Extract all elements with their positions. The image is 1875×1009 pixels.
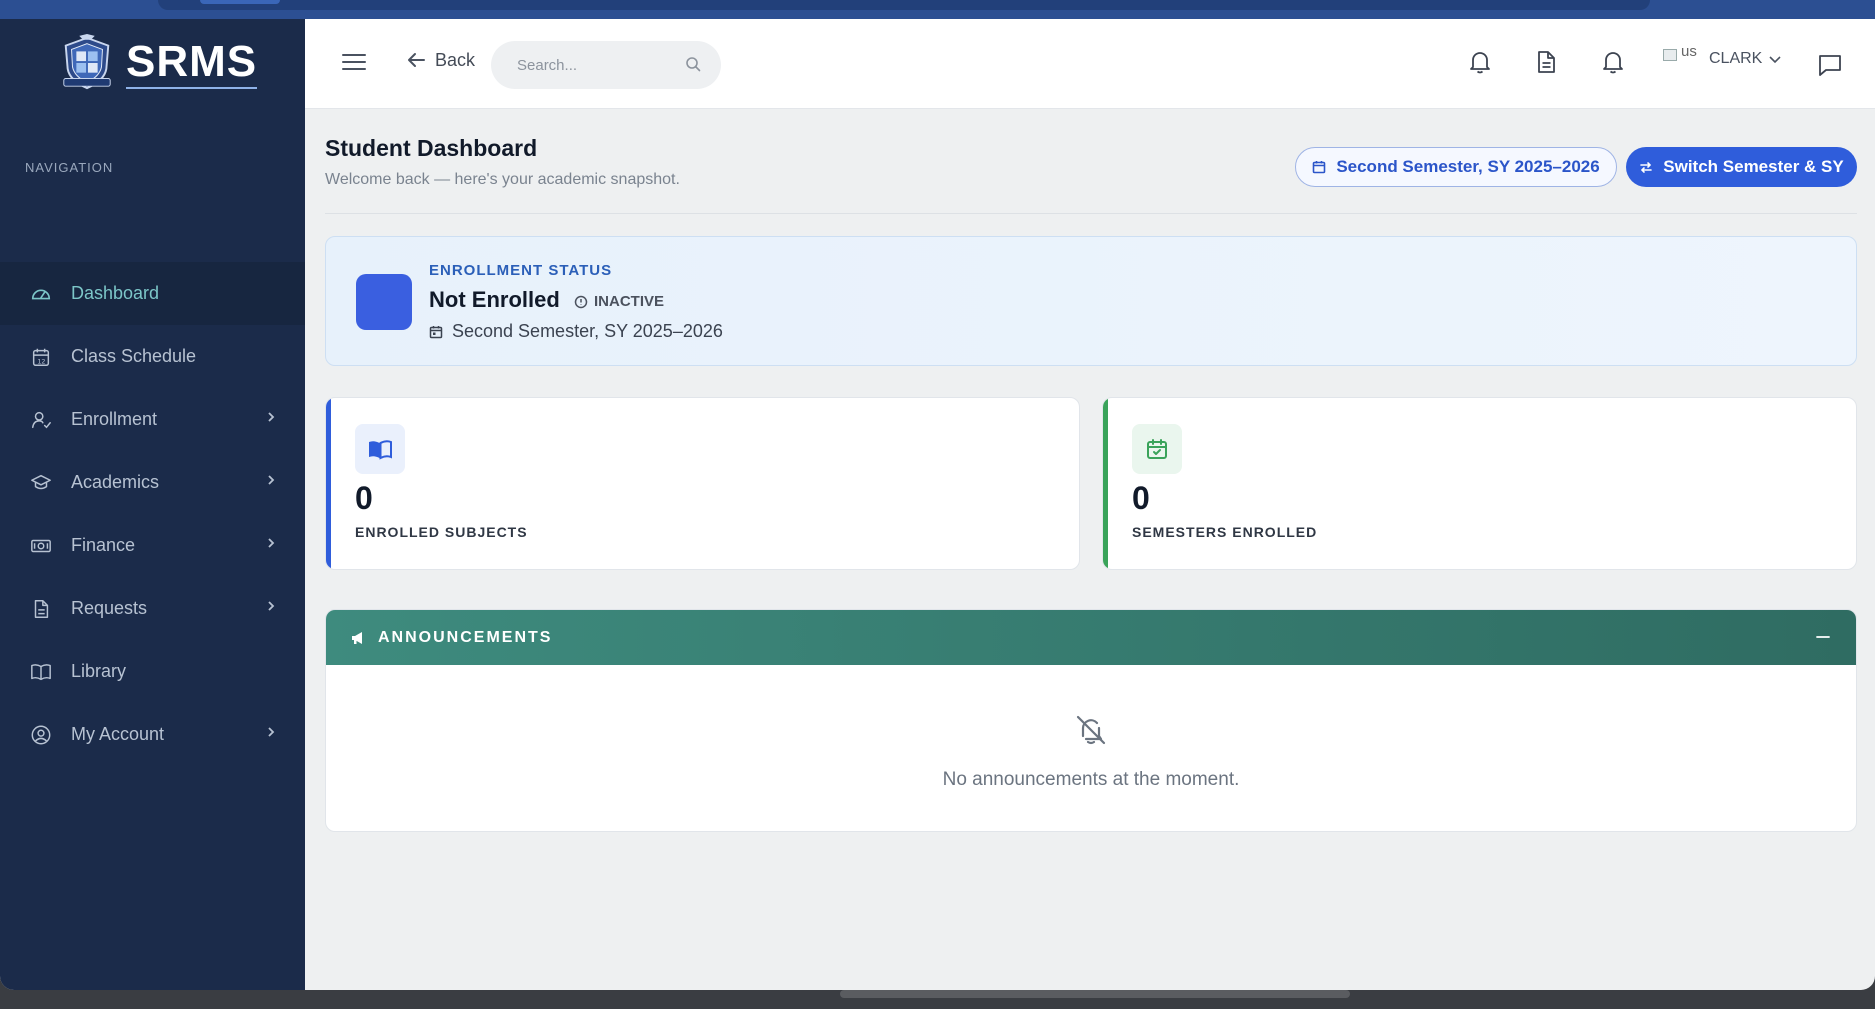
- sidebar-item-label: Finance: [71, 535, 136, 555]
- stat-icon-box: [355, 424, 405, 474]
- sidebar-item-label: Dashboard: [71, 283, 160, 303]
- chevron-right-icon: [268, 412, 275, 422]
- page-subtitle: Welcome back — here's your academic snap…: [325, 171, 680, 188]
- avatar: us: [1663, 43, 1703, 73]
- enrollment-status-indicator: [356, 274, 412, 330]
- enrollment-semester-text: Second Semester, SY 2025–2026: [452, 321, 723, 341]
- broken-image-icon: [1663, 49, 1677, 61]
- gauge-icon: [30, 283, 52, 305]
- announcements-title: ANNOUNCEMENTS: [378, 628, 553, 646]
- search-icon[interactable]: [685, 56, 701, 72]
- browser-tab-indicator: [200, 0, 280, 4]
- stat-icon-box: [1132, 424, 1182, 474]
- calendar-icon: 12: [30, 346, 52, 368]
- stat-value: 0: [355, 480, 373, 516]
- chat-icon[interactable]: [1817, 52, 1843, 78]
- search-box: [491, 41, 721, 89]
- stat-label: SEMESTERS ENROLLED: [1132, 524, 1318, 540]
- chevron-down-icon: [1769, 56, 1781, 64]
- chevron-right-icon: [268, 601, 275, 611]
- calendar-icon: [1313, 161, 1326, 174]
- switch-semester-label: Switch Semester & SY: [1663, 157, 1844, 176]
- sidebar-item-dashboard[interactable]: Dashboard: [0, 262, 305, 325]
- sidebar-item-class-schedule[interactable]: 12 Class Schedule: [0, 325, 305, 388]
- hamburger-menu-icon[interactable]: [341, 49, 367, 75]
- announcements-card: ANNOUNCEMENTS No announcements at the mo…: [325, 609, 1857, 832]
- avatar-alt-text: us: [1681, 43, 1697, 60]
- arrow-left-icon: [408, 53, 425, 67]
- chevron-right-icon: [268, 538, 275, 548]
- chevron-right-icon: [268, 727, 275, 737]
- current-semester-button[interactable]: Second Semester, SY 2025–2026: [1295, 147, 1617, 187]
- back-button[interactable]: Back: [405, 49, 475, 71]
- semester-badge-label: Second Semester, SY 2025–2026: [1336, 157, 1600, 176]
- sidebar-item-requests[interactable]: Requests: [0, 577, 305, 640]
- sidebar-item-academics[interactable]: Academics: [0, 451, 305, 514]
- book-icon: [30, 661, 52, 683]
- svg-text:12: 12: [37, 357, 45, 365]
- announcements-empty-text: No announcements at the moment.: [942, 769, 1240, 790]
- switch-semester-button[interactable]: Switch Semester & SY: [1626, 147, 1857, 187]
- cash-icon: [30, 535, 52, 557]
- bell-icon[interactable]: [1467, 49, 1493, 75]
- sidebar-item-label: My Account: [71, 724, 165, 744]
- topbar: Back us CLARK: [305, 19, 1875, 109]
- user-name: CLARK: [1709, 50, 1763, 67]
- user-circle-icon: [30, 724, 52, 746]
- swap-arrows-icon: [1640, 162, 1653, 173]
- enrollment-status-card: ENROLLMENT STATUS Not Enrolled INACTIVE …: [325, 236, 1857, 366]
- open-book-icon: [369, 440, 392, 460]
- sidebar-item-enrollment[interactable]: Enrollment: [0, 388, 305, 451]
- calendar-check-icon: [1147, 439, 1167, 459]
- nav-section-label: NAVIGATION: [25, 160, 114, 175]
- sidebar-item-label: Enrollment: [71, 409, 158, 429]
- browser-tab-bar: [158, 0, 1650, 10]
- status-badge: INACTIVE: [574, 293, 664, 310]
- page-title: Student Dashboard: [325, 135, 538, 161]
- sidebar-item-label: Requests: [71, 598, 148, 618]
- main-content: Student Dashboard Welcome back — here's …: [305, 109, 1875, 990]
- stat-label: ENROLLED SUBJECTS: [355, 524, 528, 540]
- header-divider: [325, 213, 1857, 214]
- announcements-header: ANNOUNCEMENTS: [326, 610, 1856, 665]
- app-window: SRMS NAVIGATION Dashboard 12 Class Sched…: [0, 19, 1875, 990]
- stat-card-semesters-enrolled: 0 SEMESTERS ENROLLED: [1102, 397, 1857, 570]
- document-icon: [30, 598, 52, 620]
- sidebar-item-label: Class Schedule: [71, 346, 197, 366]
- graduation-cap-icon: [30, 472, 52, 494]
- back-label: Back: [435, 49, 476, 70]
- chevron-right-icon: [268, 475, 275, 485]
- search-input[interactable]: [517, 56, 677, 74]
- calendar-icon: [429, 325, 443, 338]
- stat-card-accent: [326, 398, 331, 569]
- stat-card-accent: [1103, 398, 1108, 569]
- collapse-icon[interactable]: [1815, 629, 1831, 645]
- sidebar-item-library[interactable]: Library: [0, 640, 305, 703]
- document-icon[interactable]: [1533, 49, 1559, 75]
- notification-bell-icon[interactable]: [1600, 49, 1626, 75]
- browser-top-strip: [0, 0, 1875, 19]
- school-crest-logo: [63, 34, 111, 90]
- status-badge-label: INACTIVE: [594, 293, 665, 310]
- sidebar-item-finance[interactable]: Finance: [0, 514, 305, 577]
- brand-name: SRMS: [126, 37, 258, 89]
- enrollment-semester: Second Semester, SY 2025–2026: [429, 321, 723, 342]
- info-circle-icon: [574, 295, 588, 308]
- user-menu[interactable]: us CLARK: [1663, 43, 1782, 73]
- stat-value: 0: [1132, 480, 1150, 516]
- bell-off-icon: [1076, 715, 1106, 745]
- sidebar-item-my-account[interactable]: My Account: [0, 703, 305, 766]
- enrollment-status-value: Not Enrolled: [429, 287, 560, 312]
- window-scroll-handle[interactable]: [840, 990, 1350, 998]
- sidebar-item-label: Academics: [71, 472, 160, 492]
- enrollment-status-label: ENROLLMENT STATUS: [429, 262, 613, 279]
- megaphone-icon: [352, 631, 362, 644]
- sidebar-item-label: Library: [71, 661, 127, 681]
- sidebar: SRMS NAVIGATION Dashboard 12 Class Sched…: [0, 19, 305, 990]
- stat-card-enrolled-subjects: 0 ENROLLED SUBJECTS: [325, 397, 1080, 570]
- brand[interactable]: SRMS: [0, 19, 305, 107]
- user-check-icon: [30, 409, 52, 431]
